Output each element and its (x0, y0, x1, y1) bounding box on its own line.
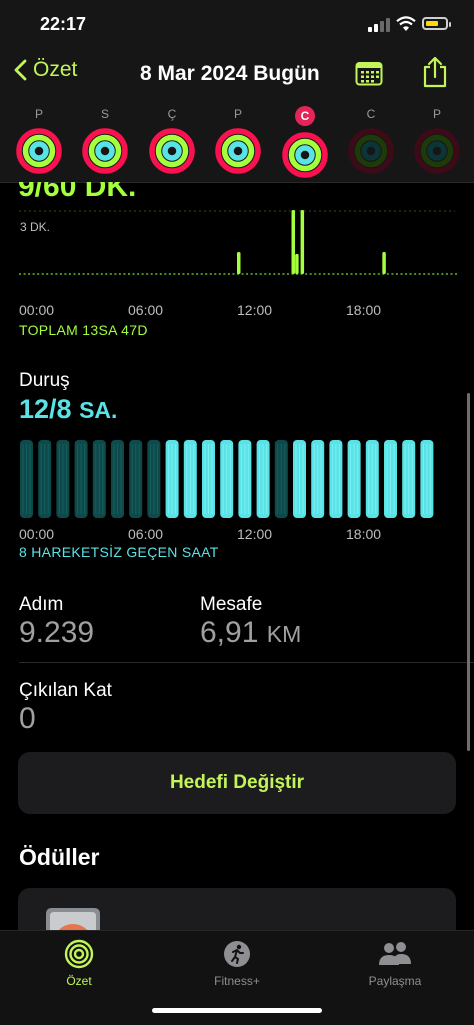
award-card[interactable] (18, 888, 456, 930)
activity-rings-icon (16, 128, 62, 174)
week-day-label: P (432, 107, 441, 121)
exercise-value: 9/60 DK. (18, 182, 137, 203)
awards-title: Ödüller (19, 844, 100, 870)
floors-value: 0 (19, 702, 36, 735)
back-button[interactable]: Özet (14, 58, 77, 82)
back-label: Özet (33, 58, 78, 81)
status-time: 22:17 (40, 14, 87, 34)
exercise-chart (19, 210, 457, 275)
stand-value: 12/8 SA. (19, 394, 117, 425)
scrollbar[interactable] (467, 393, 470, 751)
activity-rings-icon (348, 128, 394, 174)
cellular-signal-icon (368, 18, 390, 32)
steps-value: 9.239 (19, 616, 95, 649)
page-title: 8 Mar 2024 Bugün (140, 62, 320, 85)
activity-detail-content: 9/60 DK. 3 DK. 00:00 06:00 12:00 18:00 T… (0, 182, 474, 930)
stand-summary: 8 HAREKETSİZ GEÇEN SAAT (19, 544, 219, 560)
activity-rings-icon (149, 128, 195, 174)
exercise-bar (382, 252, 386, 274)
activity-rings-icon (282, 132, 328, 178)
week-day-label: S (100, 107, 109, 121)
exercise-bar (300, 210, 305, 274)
exercise-bar (291, 210, 295, 274)
wifi-icon (396, 16, 416, 31)
week-day-label: P (34, 107, 43, 121)
divider (19, 662, 474, 663)
distance-label: Mesafe (200, 594, 263, 615)
tab-summary-label: Özet (66, 974, 92, 988)
exercise-x-tick: 06:00 (128, 302, 164, 318)
stand-x-tick: 06:00 (128, 526, 164, 542)
week-day-1[interactable]: S (81, 106, 129, 174)
activity-rings-icon (64, 939, 94, 969)
week-day-3[interactable]: P (214, 106, 262, 174)
share-icon[interactable] (422, 56, 448, 88)
tab-summary[interactable]: Özet (24, 939, 134, 988)
status-bar: 22:17 (0, 0, 474, 48)
week-day-selector: PSÇPCCP (0, 100, 474, 183)
floors-label: Çıkılan Kat (19, 680, 112, 701)
week-day-label: C (295, 106, 315, 126)
week-day-label: P (233, 107, 242, 121)
distance-value: 6,91 KM (200, 616, 301, 650)
tab-fitness-plus[interactable]: Fitness+ (182, 939, 292, 988)
exercise-bar (295, 253, 299, 274)
exercise-total: TOPLAM 13SA 47D (19, 322, 148, 338)
award-badge-icon (46, 908, 100, 930)
activity-rings-icon (215, 128, 261, 174)
stand-chart (20, 440, 434, 518)
distance-number: 6,91 (200, 616, 259, 649)
navigation-bar: Özet 8 Mar 2024 Bugün (0, 48, 474, 100)
battery-icon (422, 17, 451, 30)
tab-sharing[interactable]: Paylaşma (340, 939, 450, 988)
exercise-x-tick: 00:00 (19, 302, 55, 318)
chevron-left-icon (14, 59, 27, 81)
exercise-x-tick: 12:00 (237, 302, 273, 318)
week-day-0[interactable]: P (15, 106, 63, 174)
stand-x-tick: 12:00 (237, 526, 273, 542)
people-icon (379, 942, 411, 965)
change-goal-button[interactable]: Hedefi Değiştir (18, 752, 456, 814)
activity-rings-icon (414, 128, 460, 174)
week-day-6[interactable]: P (413, 106, 461, 174)
week-day-5[interactable]: C (347, 106, 395, 174)
week-day-label: C (366, 107, 376, 121)
tab-sharing-label: Paylaşma (368, 974, 422, 988)
stand-value-unit: SA. (79, 397, 118, 423)
tab-fitness-plus-label: Fitness+ (214, 974, 260, 988)
week-day-label: Ç (167, 107, 177, 121)
week-day-4[interactable]: C (281, 106, 329, 178)
calendar-icon[interactable] (355, 60, 383, 86)
stand-x-tick: 18:00 (346, 526, 382, 542)
distance-unit: KM (266, 621, 302, 647)
stand-title: Duruş (19, 370, 70, 391)
activity-rings-icon (82, 128, 128, 174)
exercise-bar (237, 252, 241, 274)
week-day-2[interactable]: Ç (148, 106, 196, 174)
stand-x-tick: 00:00 (19, 526, 55, 542)
exercise-x-tick: 18:00 (346, 302, 382, 318)
stand-value-number: 12/8 (19, 394, 72, 424)
running-figure-icon (224, 941, 250, 967)
home-indicator[interactable] (152, 1008, 322, 1013)
steps-label: Adım (19, 594, 64, 615)
